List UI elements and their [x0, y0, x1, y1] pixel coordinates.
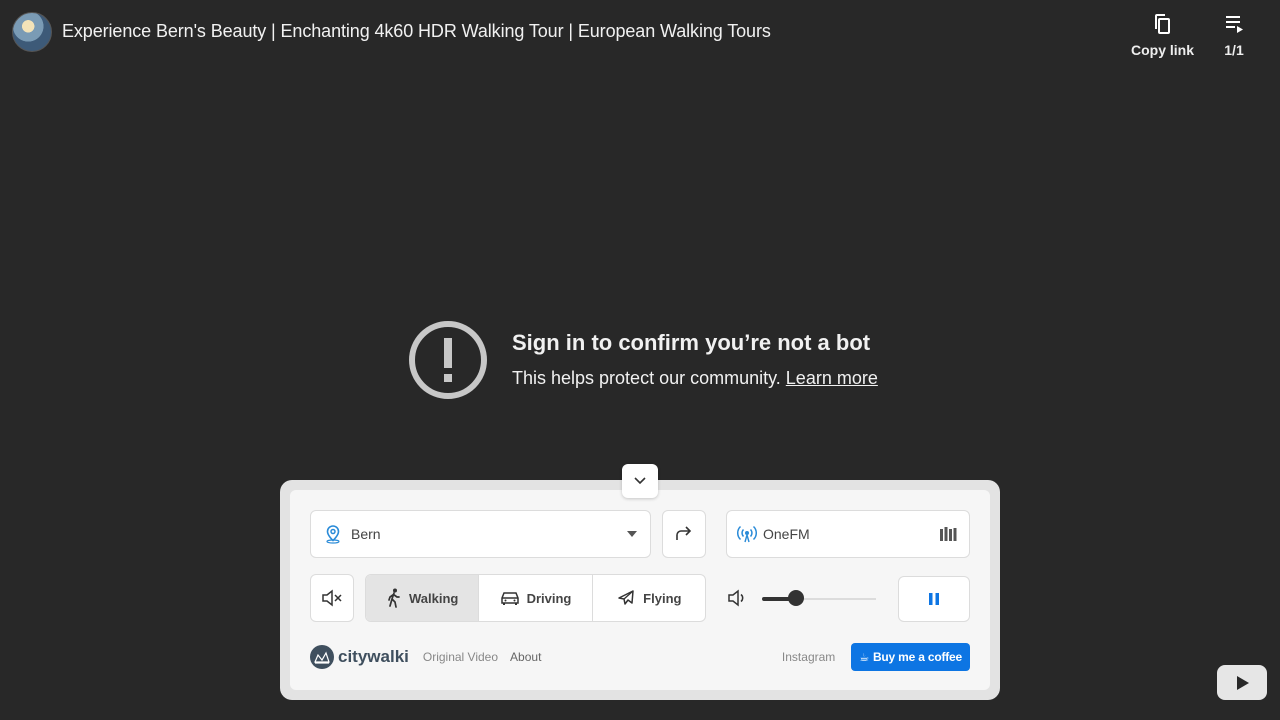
brand-name[interactable]: citywalki: [338, 647, 409, 667]
playlist-count: 1/1: [1224, 42, 1244, 58]
mode-driving[interactable]: Driving: [479, 575, 593, 621]
play-icon: [1237, 675, 1249, 690]
copy-icon: [1154, 14, 1170, 34]
about-link[interactable]: About: [510, 650, 541, 664]
next-city-button[interactable]: [662, 510, 706, 558]
widget-footer: citywalki Original Video About Instagram…: [310, 643, 970, 671]
city-dropdown[interactable]: Bern: [310, 510, 651, 558]
warning-icon: [409, 321, 487, 399]
mode-flying[interactable]: Flying: [593, 575, 705, 621]
collapse-widget-button[interactable]: [622, 464, 658, 498]
channel-avatar[interactable]: [12, 12, 52, 52]
mode-walking-label: Walking: [408, 590, 459, 606]
station-list-icon: [940, 527, 957, 541]
instagram-link[interactable]: Instagram: [782, 650, 835, 664]
error-subtitle: This helps protect our community. Learn …: [512, 368, 878, 389]
youtube-logo-button[interactable]: [1217, 665, 1267, 700]
pause-button[interactable]: [898, 576, 970, 622]
walking-icon: [388, 588, 400, 608]
plane-icon: [618, 590, 634, 605]
volume-icon[interactable]: [727, 588, 749, 608]
speaker-muted-icon: [322, 589, 342, 607]
caret-down-icon: [627, 531, 637, 537]
radio-station-selector[interactable]: OneFM: [726, 510, 970, 558]
mode-flying-label: Flying: [643, 590, 682, 606]
redo-arrow-icon: [676, 526, 692, 540]
copy-link-button[interactable]: Copy link: [1131, 12, 1194, 58]
chevron-down-icon: [634, 477, 646, 485]
citywalki-logo-icon: [310, 645, 334, 669]
mode-driving-label: Driving: [526, 590, 572, 606]
mode-walking[interactable]: Walking: [366, 575, 480, 621]
original-video-link[interactable]: Original Video: [423, 650, 498, 664]
playlist-button[interactable]: 1/1: [1220, 12, 1248, 58]
error-title: Sign in to confirm you’re not a bot: [512, 330, 871, 355]
ambient-mute-button[interactable]: [310, 574, 354, 622]
location-pin-icon: [326, 525, 340, 544]
car-icon: [500, 592, 519, 605]
travel-mode-tabs: Walking Driving Flying: [365, 574, 706, 622]
pause-icon: [929, 593, 939, 605]
city-value: Bern: [351, 526, 381, 542]
playlist-icon: [1226, 16, 1243, 33]
error-subtitle-text: This helps protect our community.: [512, 368, 781, 388]
coffee-cup-icon: ☕: [859, 651, 869, 664]
video-title[interactable]: Experience Bern's Beauty | Enchanting 4k…: [62, 21, 771, 42]
broadcast-icon: [737, 525, 757, 543]
volume-slider[interactable]: [762, 590, 876, 606]
citywalki-widget: Bern OneFM Walking Driving Flying citywa…: [290, 490, 990, 690]
bot-check-message: Sign in to confirm you’re not a bot This…: [408, 320, 878, 400]
coffee-label: Buy me a coffee: [872, 650, 962, 664]
volume-slider-thumb[interactable]: [788, 590, 805, 606]
radio-station-value: OneFM: [763, 526, 810, 542]
buy-me-a-coffee-button[interactable]: ☕ Buy me a coffee: [851, 643, 970, 671]
copy-link-label: Copy link: [1131, 42, 1195, 58]
learn-more-link[interactable]: Learn more: [786, 368, 878, 388]
